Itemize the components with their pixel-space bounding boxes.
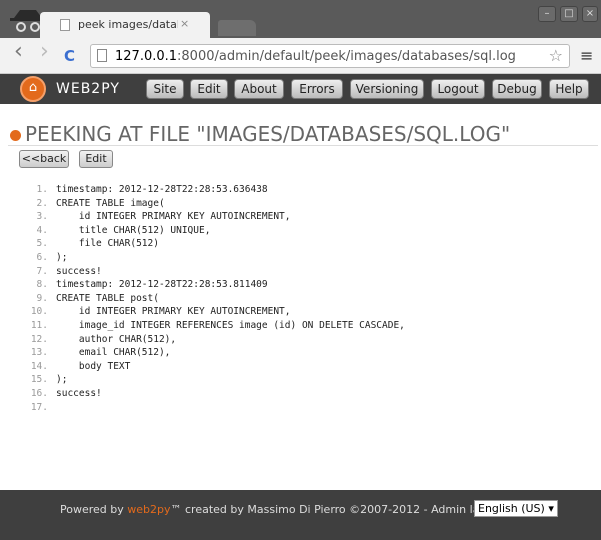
new-tab-button[interactable] (218, 20, 256, 36)
code-line: 2. CREATE TABLE image( (36, 197, 165, 209)
code-line: 12. author CHAR(512), (30, 333, 177, 345)
back-icon[interactable]: ‹ (14, 41, 23, 63)
web2py-link[interactable]: web2py (127, 503, 170, 516)
code-line: 4. title CHAR(512) UNIQUE, (36, 224, 211, 236)
language-select[interactable]: English (US) ▾ (474, 500, 558, 517)
address-bar[interactable]: 127.0.0.1:8000/admin/default/peek/images… (90, 44, 570, 68)
nav-site-button[interactable]: Site (146, 79, 184, 99)
page-favicon-icon (60, 19, 70, 31)
nav-about-button[interactable]: About (234, 79, 284, 99)
close-window-button[interactable]: × (582, 6, 598, 22)
code-line: 13. email CHAR(512), (30, 347, 171, 359)
code-line: 17. (30, 401, 48, 413)
page-title: PEEKING AT FILE "IMAGES/DATABASES/SQL.LO… (10, 122, 510, 146)
code-line: 7. success! (36, 265, 102, 277)
url-text: 127.0.0.1:8000/admin/default/peek/images… (115, 49, 516, 64)
nav-help-button[interactable]: Help (549, 79, 589, 99)
code-line: 15.); (30, 374, 68, 386)
browser-titlebar: peek images/databases/sq × – □ × (0, 0, 601, 38)
forward-icon[interactable]: › (40, 41, 49, 63)
bookmark-star-icon[interactable]: ☆ (549, 46, 563, 65)
minimize-button[interactable]: – (538, 6, 556, 22)
code-line: 5. file CHAR(512) (36, 238, 159, 250)
title-divider (8, 145, 598, 146)
browser-toolbar: ‹ › C 127.0.0.1:8000/admin/default/peek/… (0, 38, 601, 74)
reload-icon[interactable]: C (64, 47, 75, 65)
nav-debug-button[interactable]: Debug (492, 79, 542, 99)
web2py-header: ⌂ WEB2PY Site Edit About Errors Versioni… (0, 74, 601, 104)
file-contents: 1. timestamp: 2012-12-28T22:28:53.636438 … (20, 184, 405, 415)
title-bullet-icon (10, 130, 21, 141)
nav-versioning-button[interactable]: Versioning (350, 79, 424, 99)
nav-errors-button[interactable]: Errors (291, 79, 343, 99)
page-footer: Powered by web2py™ created by Massimo Di… (0, 490, 601, 540)
web2py-logo[interactable]: WEB2PY (56, 81, 120, 97)
edit-button[interactable]: Edit (79, 150, 113, 168)
page-icon (97, 49, 107, 62)
footer-text: Powered by web2py™ created by Massimo Di… (60, 503, 521, 516)
nav-logout-button[interactable]: Logout (431, 79, 485, 99)
code-line: 14. body TEXT (30, 360, 131, 372)
tab-title: peek images/databases/sq (78, 18, 178, 31)
code-line: 1. timestamp: 2012-12-28T22:28:53.636438 (36, 184, 268, 195)
code-line: 3. id INTEGER PRIMARY KEY AUTOINCREMENT, (36, 211, 291, 223)
code-line: 11. image_id INTEGER REFERENCES image (i… (30, 319, 405, 331)
nav-edit-button[interactable]: Edit (190, 79, 228, 99)
code-line: 6.); (36, 251, 68, 263)
code-line: 9. CREATE TABLE post( (36, 292, 159, 304)
chrome-menu-icon[interactable]: ≡ (580, 46, 593, 65)
tab-close-icon[interactable]: × (180, 17, 189, 30)
code-line: 10. id INTEGER PRIMARY KEY AUTOINCREMENT… (30, 306, 291, 318)
back-button[interactable]: <<back (19, 150, 69, 168)
home-icon[interactable]: ⌂ (20, 76, 46, 102)
browser-tab[interactable]: peek images/databases/sq × (40, 12, 210, 38)
code-line: 8. timestamp: 2012-12-28T22:28:53.811409 (36, 279, 268, 291)
chevron-down-icon: ▾ (548, 502, 554, 515)
maximize-button[interactable]: □ (560, 6, 578, 22)
code-line: 16. success! (30, 387, 102, 399)
